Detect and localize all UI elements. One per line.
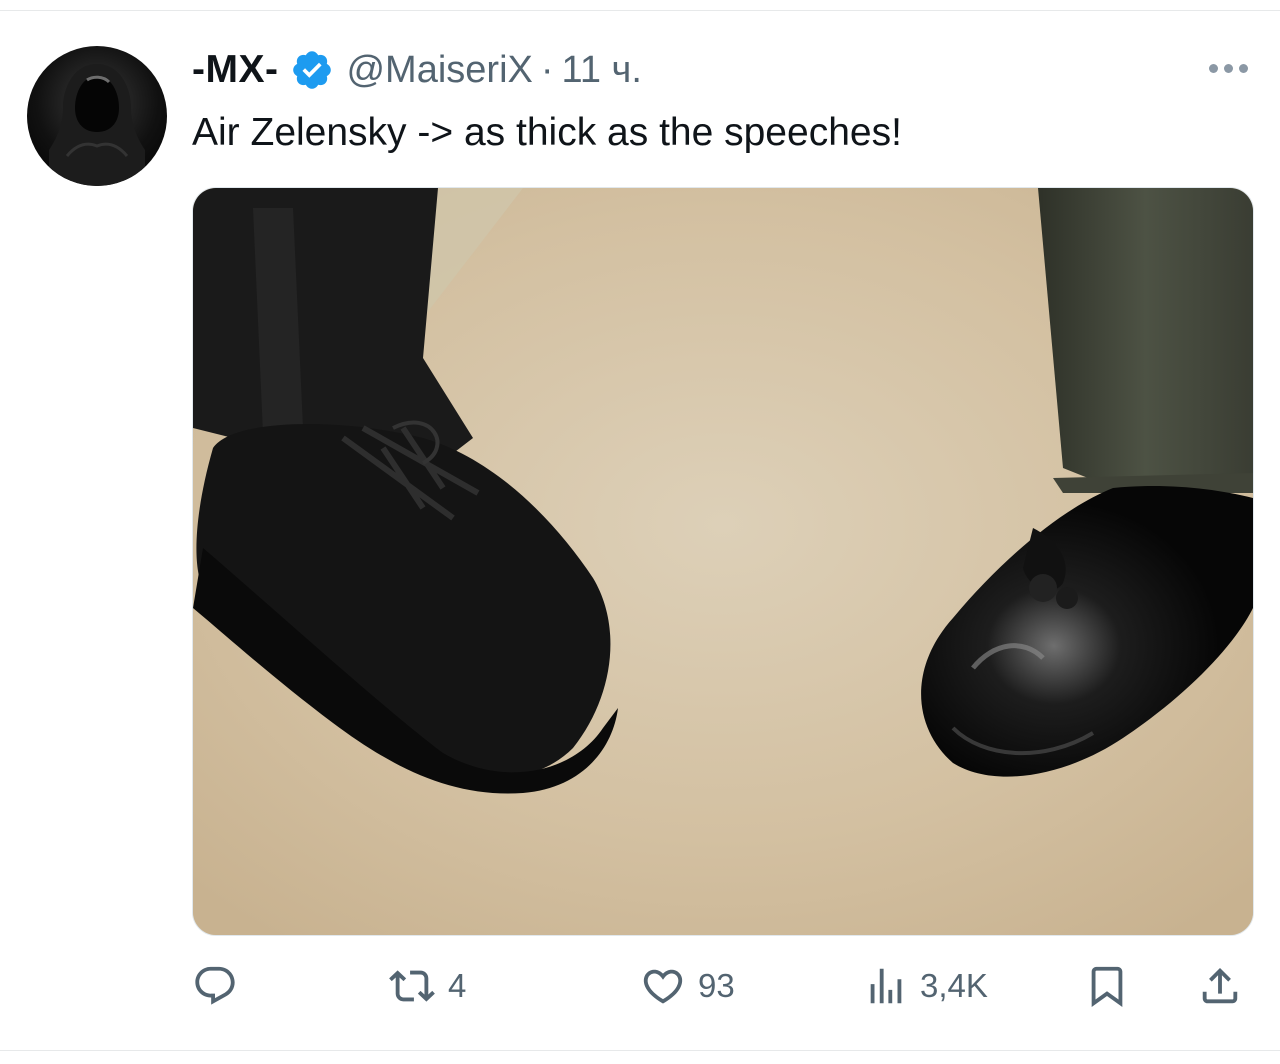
- like-count: 93: [698, 967, 735, 1004]
- tweet-text: Air Zelensky -> as thick as the speeches…: [192, 111, 902, 154]
- top-divider: [0, 10, 1280, 11]
- more-dots-icon[interactable]: [1204, 56, 1252, 80]
- retweet-icon: [389, 970, 435, 1002]
- reply-button[interactable]: [190, 962, 250, 1010]
- share-icon: [1202, 967, 1238, 1004]
- tweet-timestamp[interactable]: 11 ч.: [562, 49, 642, 92]
- author-name[interactable]: -MX-: [192, 48, 278, 92]
- views-button[interactable]: 3,4K: [862, 962, 988, 1010]
- verified-badge-icon: [293, 51, 332, 89]
- share-button[interactable]: [1196, 962, 1244, 1010]
- bookmark-button[interactable]: [1084, 962, 1130, 1010]
- tweet-photo[interactable]: [192, 187, 1254, 936]
- retweet-button[interactable]: 4: [386, 962, 466, 1010]
- shoes-photo-illustration: [193, 188, 1253, 935]
- hooded-figure-avatar-icon: [49, 64, 145, 186]
- dot-2: [1223, 63, 1233, 73]
- author-handle[interactable]: @MaiseriX: [346, 49, 532, 92]
- like-button[interactable]: 93: [638, 962, 735, 1010]
- dot-3: [1238, 63, 1248, 73]
- reply-icon: [195, 966, 235, 1005]
- bookmark-icon: [1091, 966, 1123, 1007]
- bottom-divider: [0, 1050, 1280, 1051]
- header-separator: ·: [540, 48, 554, 91]
- tweet-header: -MX- @MaiseriX · 11 ч.: [192, 42, 642, 98]
- retweet-count: 4: [448, 967, 467, 1004]
- heart-icon: [643, 969, 683, 1004]
- dot-1: [1208, 63, 1218, 73]
- views-icon: [870, 968, 902, 1004]
- avatar[interactable]: [27, 46, 167, 186]
- views-count: 3,4K: [920, 967, 988, 1004]
